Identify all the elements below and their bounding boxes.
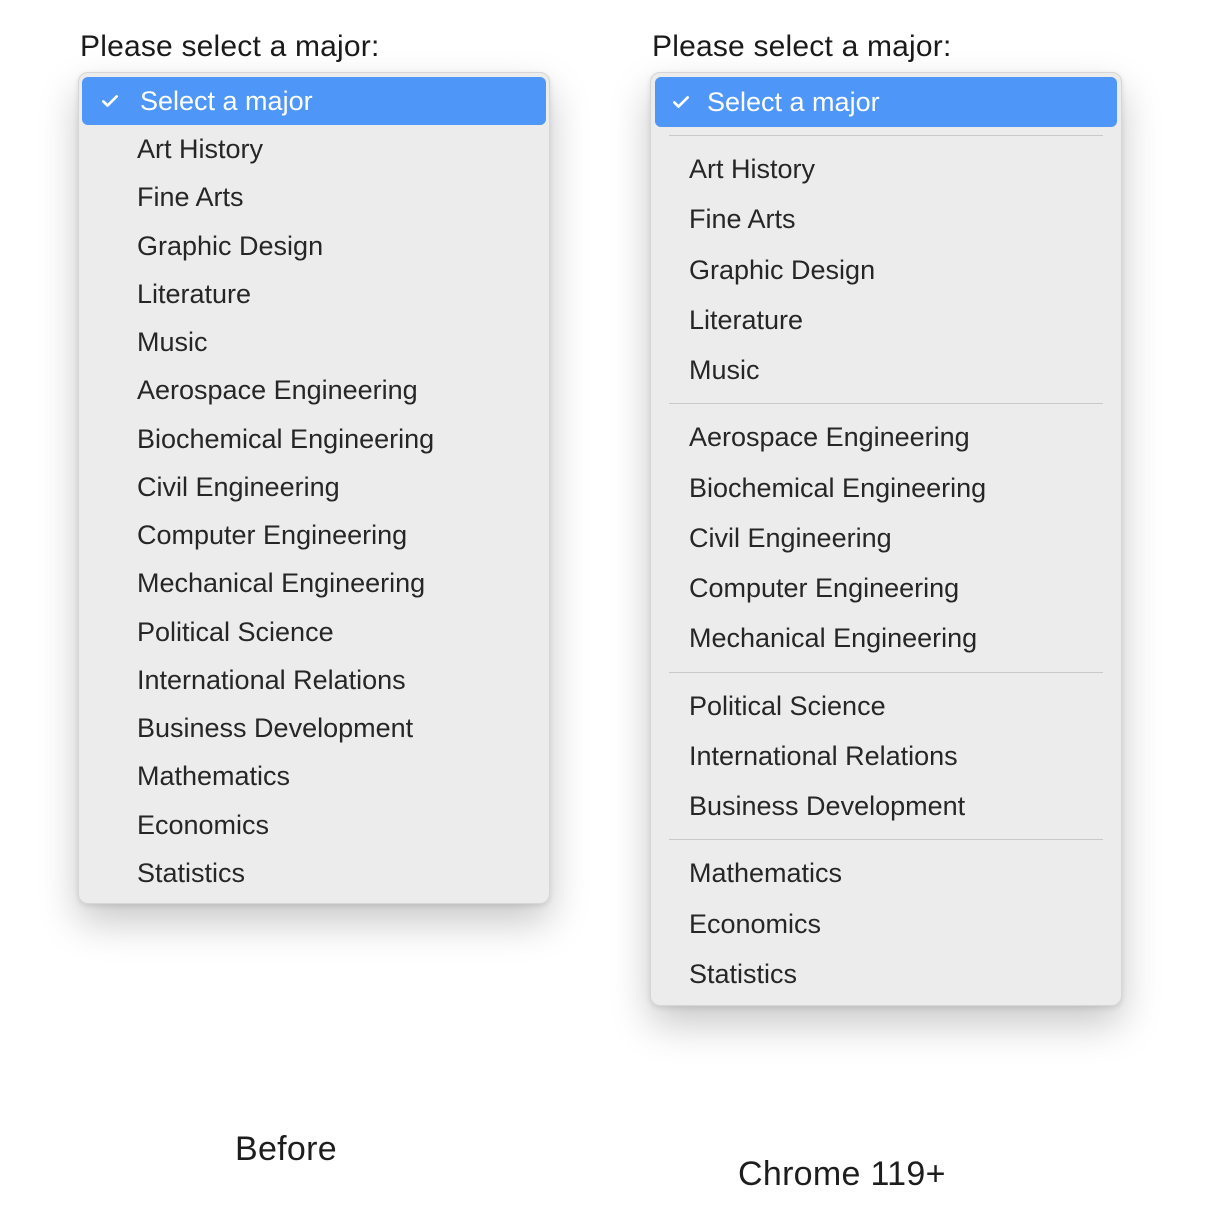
option-label: Mathematics — [137, 761, 290, 791]
caption-before: Before — [235, 1130, 337, 1169]
option-item[interactable]: Music — [651, 345, 1121, 395]
option-label: Political Science — [689, 691, 886, 721]
option-item[interactable]: Biochemical Engineering — [79, 415, 549, 463]
option-item[interactable]: Civil Engineering — [79, 463, 549, 511]
option-label: Biochemical Engineering — [689, 473, 986, 503]
group-separator — [669, 135, 1103, 136]
option-label: Business Development — [689, 791, 965, 821]
prompt-label-after: Please select a major: — [652, 30, 1130, 64]
option-label: Computer Engineering — [689, 573, 959, 603]
prompt-label-before: Please select a major: — [80, 30, 558, 64]
caption-after: Chrome 119+ — [738, 1155, 946, 1194]
option-label: Literature — [689, 305, 803, 335]
option-label: Fine Arts — [689, 204, 796, 234]
option-label: Mechanical Engineering — [689, 623, 977, 653]
column-after: Please select a major: Select a major Ar… — [650, 30, 1130, 1006]
option-item[interactable]: Mechanical Engineering — [79, 559, 549, 607]
option-item[interactable]: Fine Arts — [651, 194, 1121, 244]
option-item[interactable]: Art History — [79, 125, 549, 173]
option-label: Economics — [689, 909, 821, 939]
option-item[interactable]: International Relations — [79, 656, 549, 704]
group-separator — [669, 839, 1103, 840]
option-item[interactable]: Civil Engineering — [651, 513, 1121, 563]
option-item[interactable]: Statistics — [651, 949, 1121, 999]
option-item[interactable]: Mechanical Engineering — [651, 613, 1121, 663]
option-item[interactable]: Business Development — [79, 704, 549, 752]
option-label: Statistics — [689, 959, 797, 989]
option-item[interactable]: Political Science — [651, 681, 1121, 731]
option-item[interactable]: Computer Engineering — [651, 563, 1121, 613]
option-label: Select a major — [140, 86, 313, 116]
option-selected[interactable]: Select a major — [655, 77, 1117, 127]
option-label: Graphic Design — [689, 255, 875, 285]
option-label: Statistics — [137, 858, 245, 888]
option-label: International Relations — [137, 665, 406, 695]
option-label: Graphic Design — [137, 231, 323, 261]
option-label: Political Science — [137, 617, 334, 647]
option-label: Select a major — [707, 87, 880, 117]
select-menu-before[interactable]: Select a major Art History Fine Arts Graph… — [78, 72, 550, 904]
option-label: Music — [689, 355, 760, 385]
option-item[interactable]: Graphic Design — [79, 222, 549, 270]
checkmark-icon — [100, 91, 120, 111]
group-separator — [669, 403, 1103, 404]
option-label: Fine Arts — [137, 182, 244, 212]
option-item[interactable]: Aerospace Engineering — [79, 366, 549, 414]
option-label: Art History — [137, 134, 263, 164]
comparison-stage: Please select a major: Select a major Ar… — [0, 0, 1205, 1222]
option-item[interactable]: Music — [79, 318, 549, 366]
option-label: Aerospace Engineering — [689, 422, 970, 452]
option-label: Mechanical Engineering — [137, 568, 425, 598]
option-label: Literature — [137, 279, 251, 309]
group-separator — [669, 672, 1103, 673]
option-item[interactable]: International Relations — [651, 731, 1121, 781]
select-menu-after[interactable]: Select a major Art History Fine Arts Graph… — [650, 72, 1122, 1006]
checkmark-icon — [671, 92, 691, 112]
option-label: Aerospace Engineering — [137, 375, 418, 405]
option-label: Art History — [689, 154, 815, 184]
option-item[interactable]: Computer Engineering — [79, 511, 549, 559]
option-item[interactable]: Statistics — [79, 849, 549, 897]
option-label: Civil Engineering — [689, 523, 892, 553]
option-label: Music — [137, 327, 208, 357]
option-item[interactable]: Political Science — [79, 608, 549, 656]
option-selected[interactable]: Select a major — [82, 77, 546, 125]
option-item[interactable]: Business Development — [651, 781, 1121, 831]
option-item[interactable]: Mathematics — [79, 752, 549, 800]
option-item[interactable]: Economics — [651, 899, 1121, 949]
option-item[interactable]: Literature — [79, 270, 549, 318]
option-item[interactable]: Fine Arts — [79, 173, 549, 221]
option-item[interactable]: Biochemical Engineering — [651, 463, 1121, 513]
option-item[interactable]: Economics — [79, 801, 549, 849]
option-item[interactable]: Aerospace Engineering — [651, 412, 1121, 462]
column-before: Please select a major: Select a major Ar… — [78, 30, 558, 904]
option-label: Mathematics — [689, 858, 842, 888]
option-label: Computer Engineering — [137, 520, 407, 550]
option-item[interactable]: Art History — [651, 144, 1121, 194]
option-label: Economics — [137, 810, 269, 840]
option-label: International Relations — [689, 741, 958, 771]
option-label: Business Development — [137, 713, 413, 743]
option-label: Civil Engineering — [137, 472, 340, 502]
option-item[interactable]: Literature — [651, 295, 1121, 345]
option-item[interactable]: Graphic Design — [651, 245, 1121, 295]
option-item[interactable]: Mathematics — [651, 848, 1121, 898]
option-label: Biochemical Engineering — [137, 424, 434, 454]
